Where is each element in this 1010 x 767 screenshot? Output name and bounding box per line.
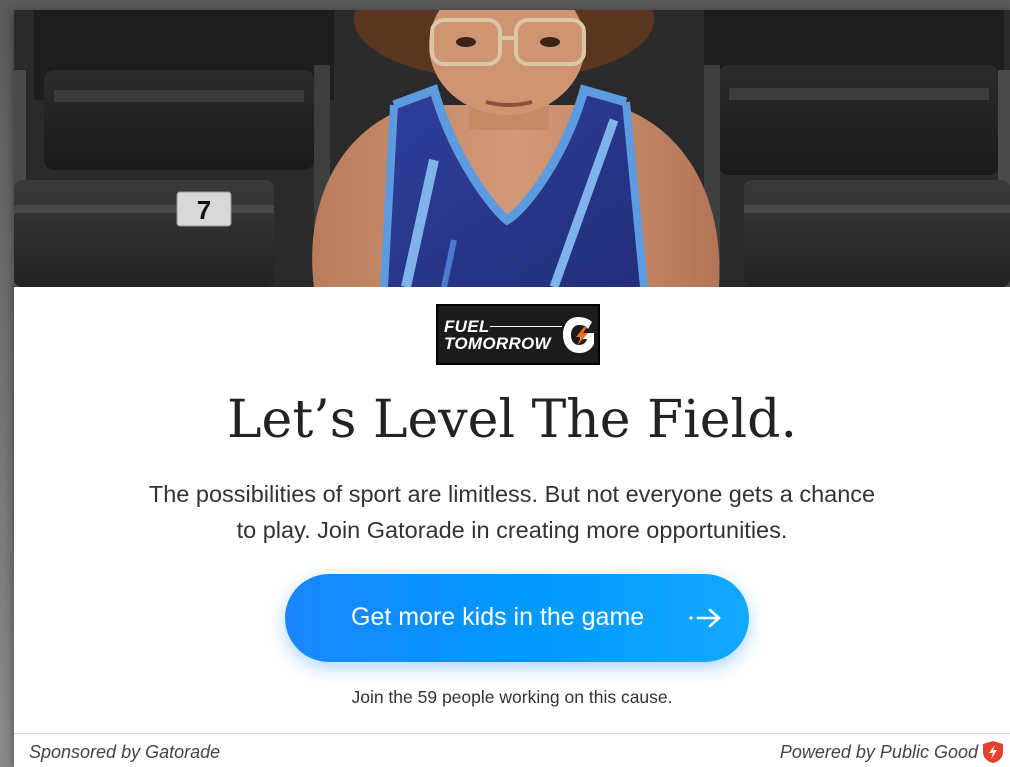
public-good-shield-icon <box>983 741 1003 763</box>
logo-text-fuel: FUEL <box>444 317 490 336</box>
description-line-2: to play. Join Gatorade in creating more … <box>236 517 788 543</box>
seat-number: 7 <box>197 195 211 225</box>
get-more-kids-button[interactable]: Get more kids in the game <box>285 574 749 662</box>
sponsored-by-link[interactable]: Sponsored by Gatorade <box>29 741 220 763</box>
arrow-right-icon <box>689 608 721 628</box>
headline: Let’s Level The Field. <box>227 390 797 450</box>
footer-divider <box>14 733 1010 734</box>
ad-card: 7 FUEL TOMORROW Let’s Level The Field. T… <box>14 10 1010 767</box>
participants-count: Join the 59 people working on this cause… <box>351 687 673 707</box>
powered-by-link[interactable]: Powered by Public Good <box>780 741 978 763</box>
description-line-1: The possibilities of sport are limitless… <box>148 481 876 507</box>
logo-divider <box>490 326 562 327</box>
cta-label: Get more kids in the game <box>351 603 645 631</box>
logo-text-tomorrow: TOMORROW <box>444 334 551 353</box>
hero-image: 7 <box>14 10 1010 287</box>
athlete-photo: 7 <box>14 10 1010 287</box>
description: The possibilities of sport are limitless… <box>84 476 940 548</box>
fuel-tomorrow-logo: FUEL TOMORROW <box>436 304 600 365</box>
gatorade-g-bolt-icon <box>563 317 594 353</box>
